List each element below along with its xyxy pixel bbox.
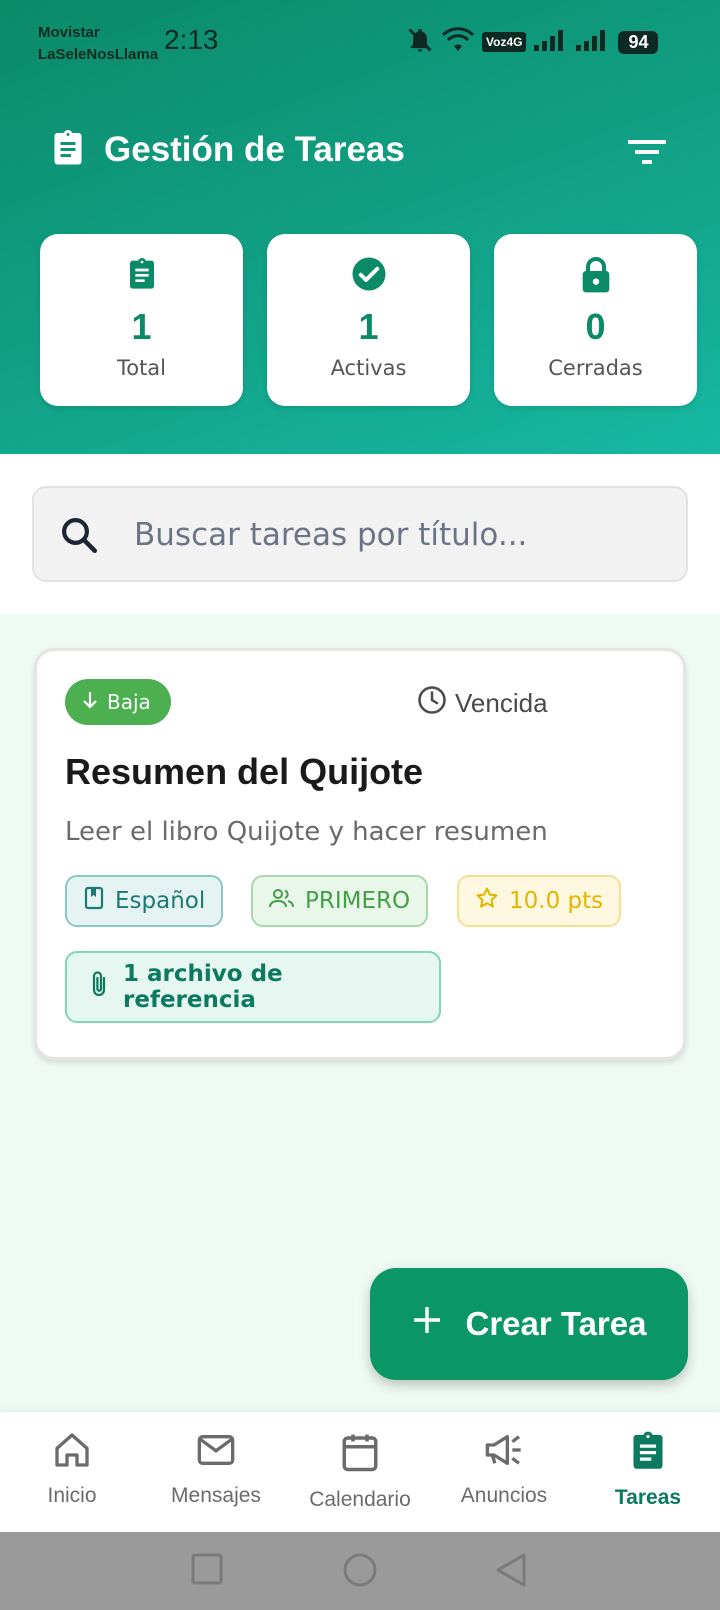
search-icon [58,514,100,560]
search-section [0,454,720,614]
clipboard-icon [628,1430,668,1476]
nav-item-mensajes[interactable]: Mensajes [144,1430,288,1508]
check-circle-icon [267,256,470,292]
nav-label-tareas: Tareas [614,1486,682,1509]
task-description: Leer el libro Quijote y hacer resumen [65,817,548,847]
book-icon [83,886,105,916]
create-task-label: Crear Tarea [465,1305,647,1342]
search-input[interactable] [134,506,654,564]
signal-icon-2 [576,29,610,55]
group-chip: PRIMERO [251,875,429,927]
stat-card-total: 1 Total [40,234,243,406]
status-icons: Voz4G 94 [406,26,659,58]
arrow-down-icon [81,690,99,715]
group-label: PRIMERO [305,888,411,914]
mail-icon [195,1430,237,1474]
clipboard-icon [40,256,243,292]
home-button[interactable] [342,1552,378,1592]
plus-icon [411,1304,443,1344]
stat-label-total: Total [116,356,167,380]
priority-label: Baja [107,690,151,714]
stat-card-closed: 0 Cerradas [494,234,697,406]
star-icon [475,886,499,916]
wifi-icon [441,27,475,57]
points-label: 10.0 pts [509,888,604,914]
filter-button[interactable] [622,134,672,174]
page-title: Gestión de Tareas [104,130,405,169]
network-badge: Voz4G [482,32,527,52]
points-chip: 10.0 pts [457,875,622,927]
home-icon [51,1430,93,1474]
nav-item-calendario[interactable]: Calendario [288,1430,432,1512]
mute-notifications-icon [406,26,434,58]
stat-value-active: 1 [358,306,379,347]
task-title: Resumen del Quijote [65,751,424,792]
carrier-name: Movistar LaSeleNosLlama [38,22,158,66]
signal-icon [534,29,568,55]
megaphone-icon [482,1430,526,1474]
lock-icon [494,256,697,294]
recent-apps-button[interactable] [190,1552,224,1590]
stat-value-total: 1 [131,306,152,347]
create-task-button[interactable]: Crear Tarea [370,1268,688,1380]
stat-card-active: 1 Activas [267,234,470,406]
nav-label-anuncios: Anuncios [460,1484,548,1507]
carrier-line1: Movistar [38,24,100,41]
app-title-row: Gestión de Tareas [50,128,405,172]
task-card[interactable]: Baja Vencida Resumen del Quijote Leer el… [34,648,686,1060]
stat-label-closed: Cerradas [548,356,643,380]
task-status: Vencida [417,685,548,722]
subject-chip: Español [65,875,224,927]
bottom-nav: Inicio Mensajes Calendario Anuncios Tare… [0,1412,720,1532]
nav-label-inicio: Inicio [47,1484,97,1507]
carrier-line2: LaSeleNosLlama [38,46,159,63]
system-nav-bar [0,1532,720,1610]
filter-icon [628,138,666,170]
clock-icon [417,685,447,722]
subject-label: Español [115,888,206,914]
nav-label-mensajes: Mensajes [171,1484,261,1507]
stat-value-closed: 0 [585,306,606,347]
attachment-label: 1 archivo de referencia [123,961,283,1013]
nav-item-inicio[interactable]: Inicio [0,1430,144,1508]
nav-item-anuncios[interactable]: Anuncios [432,1430,576,1508]
back-button[interactable] [494,1552,528,1592]
group-icon [269,887,295,915]
nav-label-calendario: Calendario [309,1488,411,1511]
attachment-chip[interactable]: 1 archivo de referencia [65,951,441,1023]
priority-badge: Baja [65,679,171,725]
nav-item-tareas[interactable]: Tareas [576,1430,720,1510]
clipboard-icon [50,128,86,172]
app-header: Movistar LaSeleNosLlama 2:13 Voz4G 94 Ge… [0,0,720,454]
paperclip-icon [89,969,109,1005]
battery-level: 94 [618,30,659,54]
stat-label-active: Activas [330,356,407,380]
calendar-icon [339,1430,381,1478]
search-box[interactable] [32,486,688,582]
status-bar: Movistar LaSeleNosLlama 2:13 Voz4G 94 [0,0,720,90]
task-status-label: Vencida [455,688,548,718]
status-time: 2:13 [164,24,219,55]
